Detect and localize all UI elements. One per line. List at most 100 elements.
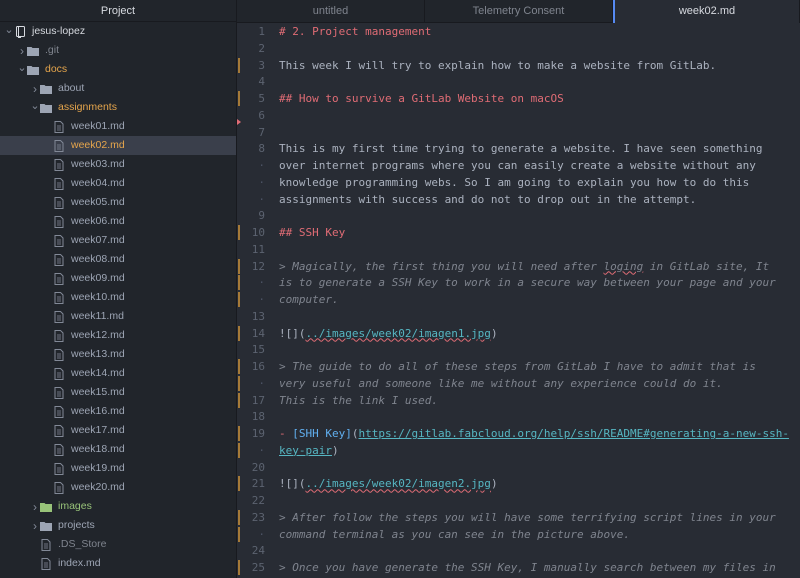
tree-file-week04-md[interactable]: week04.md [0,174,236,193]
editor-line[interactable]: 19 - [SHH Key](https://gitlab.fabcloud.or… [237,425,800,442]
tree-folder-projects[interactable]: › projects [0,516,236,535]
tree-folder-git[interactable]: › .git [0,41,236,60]
editor-line[interactable]: 4 [237,73,800,90]
editor-line[interactable]: 1 # 2. Project management [237,23,800,40]
line-number: 14 [251,326,265,340]
editor-line[interactable]: 2 [237,40,800,57]
editor-line[interactable]: · knowledge programming webs. So I am goi… [237,174,800,191]
editor-line[interactable]: 12 > Magically, the first thing you will … [237,258,800,275]
chevron-right-icon[interactable]: › [30,500,40,514]
tree-file-week18-md[interactable]: week18.md [0,440,236,459]
code-token: very useful and someone like me without … [279,376,723,390]
tree-file-week15-md[interactable]: week15.md [0,383,236,402]
file-icon [53,215,65,228]
editor-line[interactable]: · very useful and someone like me without… [237,375,800,392]
tree-file-week02-md[interactable]: week02.md [0,136,236,155]
code-token: loging [603,259,644,273]
line-text: > Magically, the first thing you will ne… [279,258,769,275]
editor-line[interactable]: 5 ## How to survive a GitLab Website on m… [237,90,800,107]
tab-telemetry-consent[interactable]: Telemetry Consent [425,0,613,23]
editor-line[interactable]: 20 [237,459,800,476]
tree-file-week14-md[interactable]: week14.md [0,364,236,383]
tree-folder-assignments[interactable]: ⌄ assignments [0,98,236,117]
code-token[interactable]: [SHH Key] [292,427,352,440]
tree-file-index-md[interactable]: index.md [0,554,236,573]
editor-line[interactable]: 13 [237,308,800,325]
tree-file-week19-md[interactable]: week19.md [0,459,236,478]
code-token: ) [490,326,498,340]
code-token: ## SSH Key [279,226,346,239]
chevron-right-icon[interactable]: › [30,82,40,96]
code-token[interactable]: ../images/week02/imagen1.jpg [306,327,491,340]
editor-line[interactable]: 9 [237,207,800,224]
tree-file-week08-md[interactable]: week08.md [0,250,236,269]
file-icon [53,272,65,285]
editor-line[interactable]: 7 [237,124,800,141]
line-number: 24 [251,544,265,558]
editor-line[interactable]: 17 This is the link I used. [237,392,800,409]
line-text: command terminal as you can see in the p… [279,526,630,543]
tab-untitled[interactable]: untitled [237,0,425,23]
editor-line[interactable]: 16 > The guide to do all of these steps f… [237,358,800,375]
tree-file-week13-md[interactable]: week13.md [0,345,236,364]
editor-line[interactable]: 24 [237,542,800,559]
tree-file-week03-md[interactable]: week03.md [0,155,236,174]
line-text: assignments with success and do not to d… [279,191,696,208]
tree-folder-docs[interactable]: ⌄ docs [0,60,236,79]
chevron-down-icon[interactable]: ⌄ [30,99,40,112]
tree-folder-about[interactable]: › about [0,79,236,98]
editor-line[interactable]: · assignments with success and do not to … [237,191,800,208]
editor-line[interactable]: · computer. [237,291,800,308]
editor-line[interactable]: 21 ![](../images/week02/imagen2.jpg) [237,475,800,492]
editor-line[interactable]: 15 [237,341,800,358]
folder-icon [40,102,52,114]
editor-line[interactable]: · command terminal as you can see in the … [237,526,800,543]
tree-file-week16-md[interactable]: week16.md [0,402,236,421]
tree-file-ds-store[interactable]: .DS_Store [0,535,236,554]
editor-line[interactable]: 22 [237,492,800,509]
chevron-right-icon[interactable]: › [30,519,40,533]
tree-item-label: week09.md [71,272,125,284]
code-token[interactable]: ../images/week02/imagen2.jpg [306,477,491,490]
tree-file-week09-md[interactable]: week09.md [0,269,236,288]
chevron-right-icon[interactable]: › [17,44,27,58]
line-number: 12 [251,259,265,273]
tree-file-week20-md[interactable]: week20.md [0,478,236,497]
chevron-down-icon[interactable]: ⌄ [4,23,14,36]
editor-line[interactable]: 3 This week I will try to explain how to … [237,57,800,74]
tree-item-label: week18.md [71,443,125,455]
code-token[interactable]: key-pair [279,444,332,457]
tree-file-week11-md[interactable]: week11.md [0,307,236,326]
tree-file-week12-md[interactable]: week12.md [0,326,236,345]
tree-file-week10-md[interactable]: week10.md [0,288,236,307]
tree-file-week17-md[interactable]: week17.md [0,421,236,440]
tree-file-week06-md[interactable]: week06.md [0,212,236,231]
tree-file-week01-md[interactable]: week01.md [0,117,236,136]
editor-line[interactable]: 25 > Once you have generate the SSH Key, … [237,559,800,576]
tree-folder-images[interactable]: › images [0,497,236,516]
editor-line[interactable]: 11 [237,241,800,258]
line-number: 3 [258,58,265,72]
line-text: # 2. Project management [279,23,431,40]
editor-line[interactable]: 18 [237,408,800,425]
tree-folder-jesus-lopez[interactable]: ⌄ jesus-lopez [0,22,236,41]
editor-line[interactable]: · over internet programs where you can ea… [237,157,800,174]
tree-file-week05-md[interactable]: week05.md [0,193,236,212]
editor-line[interactable]: 14 ![](../images/week02/imagen1.jpg) [237,325,800,342]
code-token: ) [490,477,498,491]
code-token[interactable]: https://gitlab.fabcloud.org/help/ssh/REA… [358,427,788,440]
chevron-down-icon[interactable]: ⌄ [17,61,27,74]
tree-file-week07-md[interactable]: week07.md [0,231,236,250]
file-icon [53,329,65,342]
editor-line[interactable]: 8 This is my first time trying to generat… [237,140,800,157]
line-number: 1 [258,25,265,38]
text-editor[interactable]: 1 # 2. Project management 2 3 This week I wi… [237,23,800,578]
editor-line[interactable]: 23 > After follow the steps you will have… [237,509,800,526]
code-token: ![]( [279,477,306,491]
code-token: This is my first time trying to generate… [279,142,763,156]
editor-line[interactable]: 10 ## SSH Key [237,224,800,241]
tab-week02-md[interactable]: week02.md [613,0,800,23]
editor-line[interactable]: 6 [237,107,800,124]
editor-line[interactable]: · is to generate a SSH Key to work in a s… [237,274,800,291]
editor-line[interactable]: · key-pair) [237,442,800,459]
